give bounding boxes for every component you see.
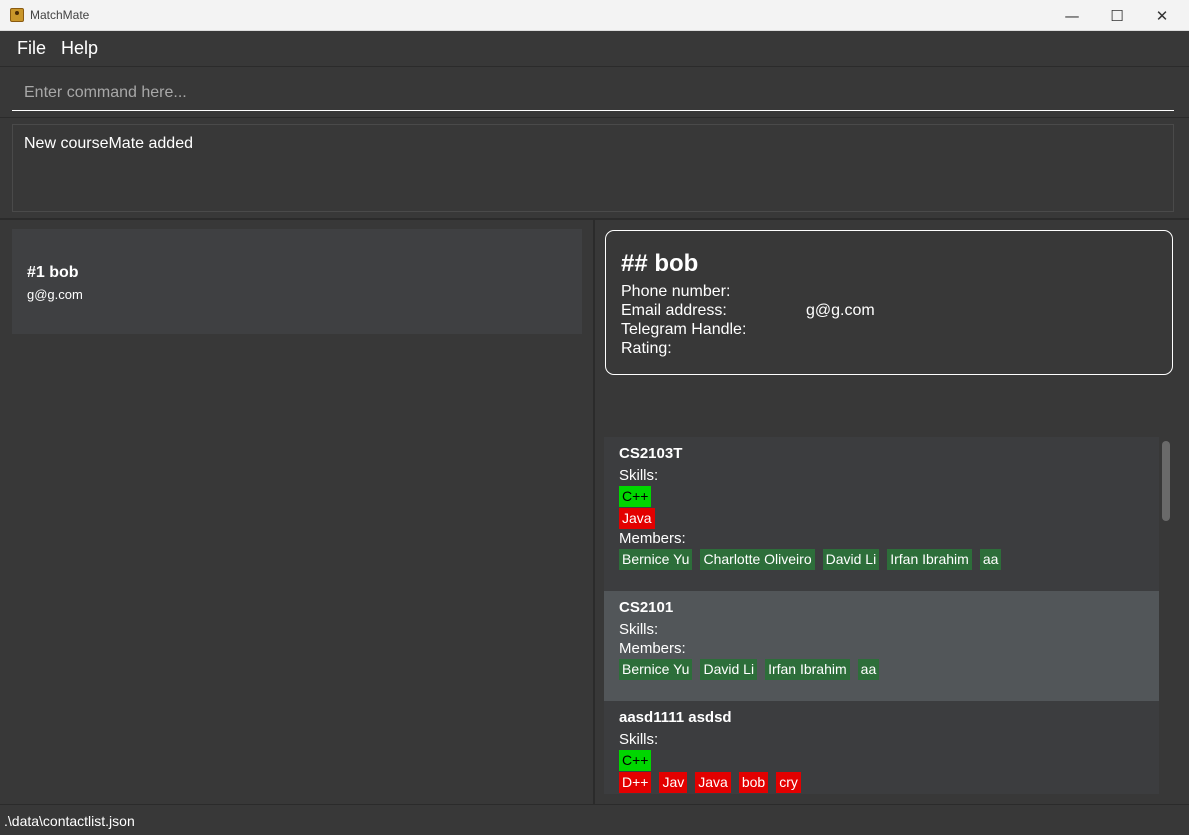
close-icon[interactable]: ✕ bbox=[1139, 0, 1185, 31]
group-card[interactable]: CS2101 Skills: Members: Bernice Yu David… bbox=[604, 591, 1159, 701]
email-value: g@g.com bbox=[806, 302, 875, 319]
member-tag: Irfan Ibrahim bbox=[765, 659, 850, 680]
member-tag: Bernice Yu bbox=[619, 659, 693, 680]
result-display: New courseMate added bbox=[12, 124, 1174, 212]
group-title: CS2101 bbox=[619, 599, 674, 616]
skill-tag: C++ bbox=[619, 750, 652, 771]
detail-name: ## bob bbox=[621, 250, 699, 277]
person-card[interactable]: #1 bob g@g.com bbox=[12, 229, 582, 334]
phone-label: Phone number: bbox=[621, 283, 731, 300]
skills-label: Skills: bbox=[619, 467, 659, 484]
window-titlebar: MatchMate — ☐ ✕ bbox=[0, 0, 1189, 31]
email-label: Email address: bbox=[621, 302, 727, 319]
skill-tags-green: C++ bbox=[619, 486, 652, 507]
skill-tag: C++ bbox=[619, 486, 652, 507]
command-input[interactable] bbox=[12, 75, 1174, 111]
skill-tags-green: C++ bbox=[619, 750, 652, 771]
menu-help[interactable]: Help bbox=[61, 38, 98, 59]
group-title: CS2103T bbox=[619, 445, 683, 462]
command-area bbox=[0, 67, 1189, 118]
skill-tag: Java bbox=[695, 772, 731, 793]
minimize-icon[interactable]: — bbox=[1049, 0, 1095, 31]
skill-tag: Java bbox=[619, 508, 655, 529]
members-label: Members: bbox=[619, 530, 686, 547]
skills-label: Skills: bbox=[619, 731, 659, 748]
skill-tags-red: Java bbox=[619, 508, 655, 529]
detail-panel: ## bob Phone number: Email address: g@g.… bbox=[595, 220, 1189, 804]
app-icon bbox=[10, 8, 24, 22]
group-list[interactable]: CS2103T Skills: C++ Java Members: Bernic… bbox=[604, 437, 1159, 794]
skill-tag: Jav bbox=[659, 772, 688, 793]
members-label: Members: bbox=[619, 640, 686, 657]
skill-tags-red: D++ Jav Java bob cry bbox=[619, 772, 801, 793]
rating-label: Rating: bbox=[621, 340, 672, 357]
skill-tag: bob bbox=[738, 772, 769, 793]
member-tag: Charlotte Oliveiro bbox=[700, 549, 815, 570]
skills-label: Skills: bbox=[619, 621, 659, 638]
window-title: MatchMate bbox=[30, 8, 90, 22]
group-title: aasd1111 asdsd bbox=[619, 709, 732, 726]
maximize-icon[interactable]: ☐ bbox=[1094, 0, 1140, 31]
member-tag: aa bbox=[979, 549, 1002, 570]
skill-tag: cry bbox=[776, 772, 801, 793]
member-tag: Irfan Ibrahim bbox=[887, 549, 972, 570]
skill-tag: D++ bbox=[619, 772, 652, 793]
status-bar: .\data\contactlist.json bbox=[0, 804, 1189, 835]
person-email: g@g.com bbox=[27, 287, 83, 302]
group-card[interactable]: aasd1111 asdsd Skills: C++ D++ Jav Java … bbox=[604, 701, 1159, 794]
member-tag: David Li bbox=[700, 659, 758, 680]
telegram-label: Telegram Handle: bbox=[621, 321, 747, 338]
data-file-path: .\data\contactlist.json bbox=[4, 813, 135, 829]
scrollbar-thumb[interactable] bbox=[1162, 441, 1170, 521]
member-tag: Bernice Yu bbox=[619, 549, 693, 570]
member-tags: Bernice Yu David Li Irfan Ibrahim aa bbox=[619, 659, 880, 680]
group-list-scrollbar[interactable] bbox=[1159, 437, 1173, 794]
member-tag: David Li bbox=[822, 549, 880, 570]
result-text: New courseMate added bbox=[24, 135, 193, 152]
person-name: #1 bob bbox=[27, 264, 79, 281]
group-card[interactable]: CS2103T Skills: C++ Java Members: Bernic… bbox=[604, 437, 1159, 591]
person-detail-card: ## bob Phone number: Email address: g@g.… bbox=[605, 230, 1173, 375]
menu-file[interactable]: File bbox=[17, 38, 46, 59]
member-tags: Bernice Yu Charlotte Oliveiro David Li I… bbox=[619, 549, 1002, 570]
menu-bar: File Help bbox=[0, 31, 1189, 67]
member-tag: aa bbox=[857, 659, 880, 680]
person-list-panel: #1 bob g@g.com bbox=[0, 220, 593, 804]
